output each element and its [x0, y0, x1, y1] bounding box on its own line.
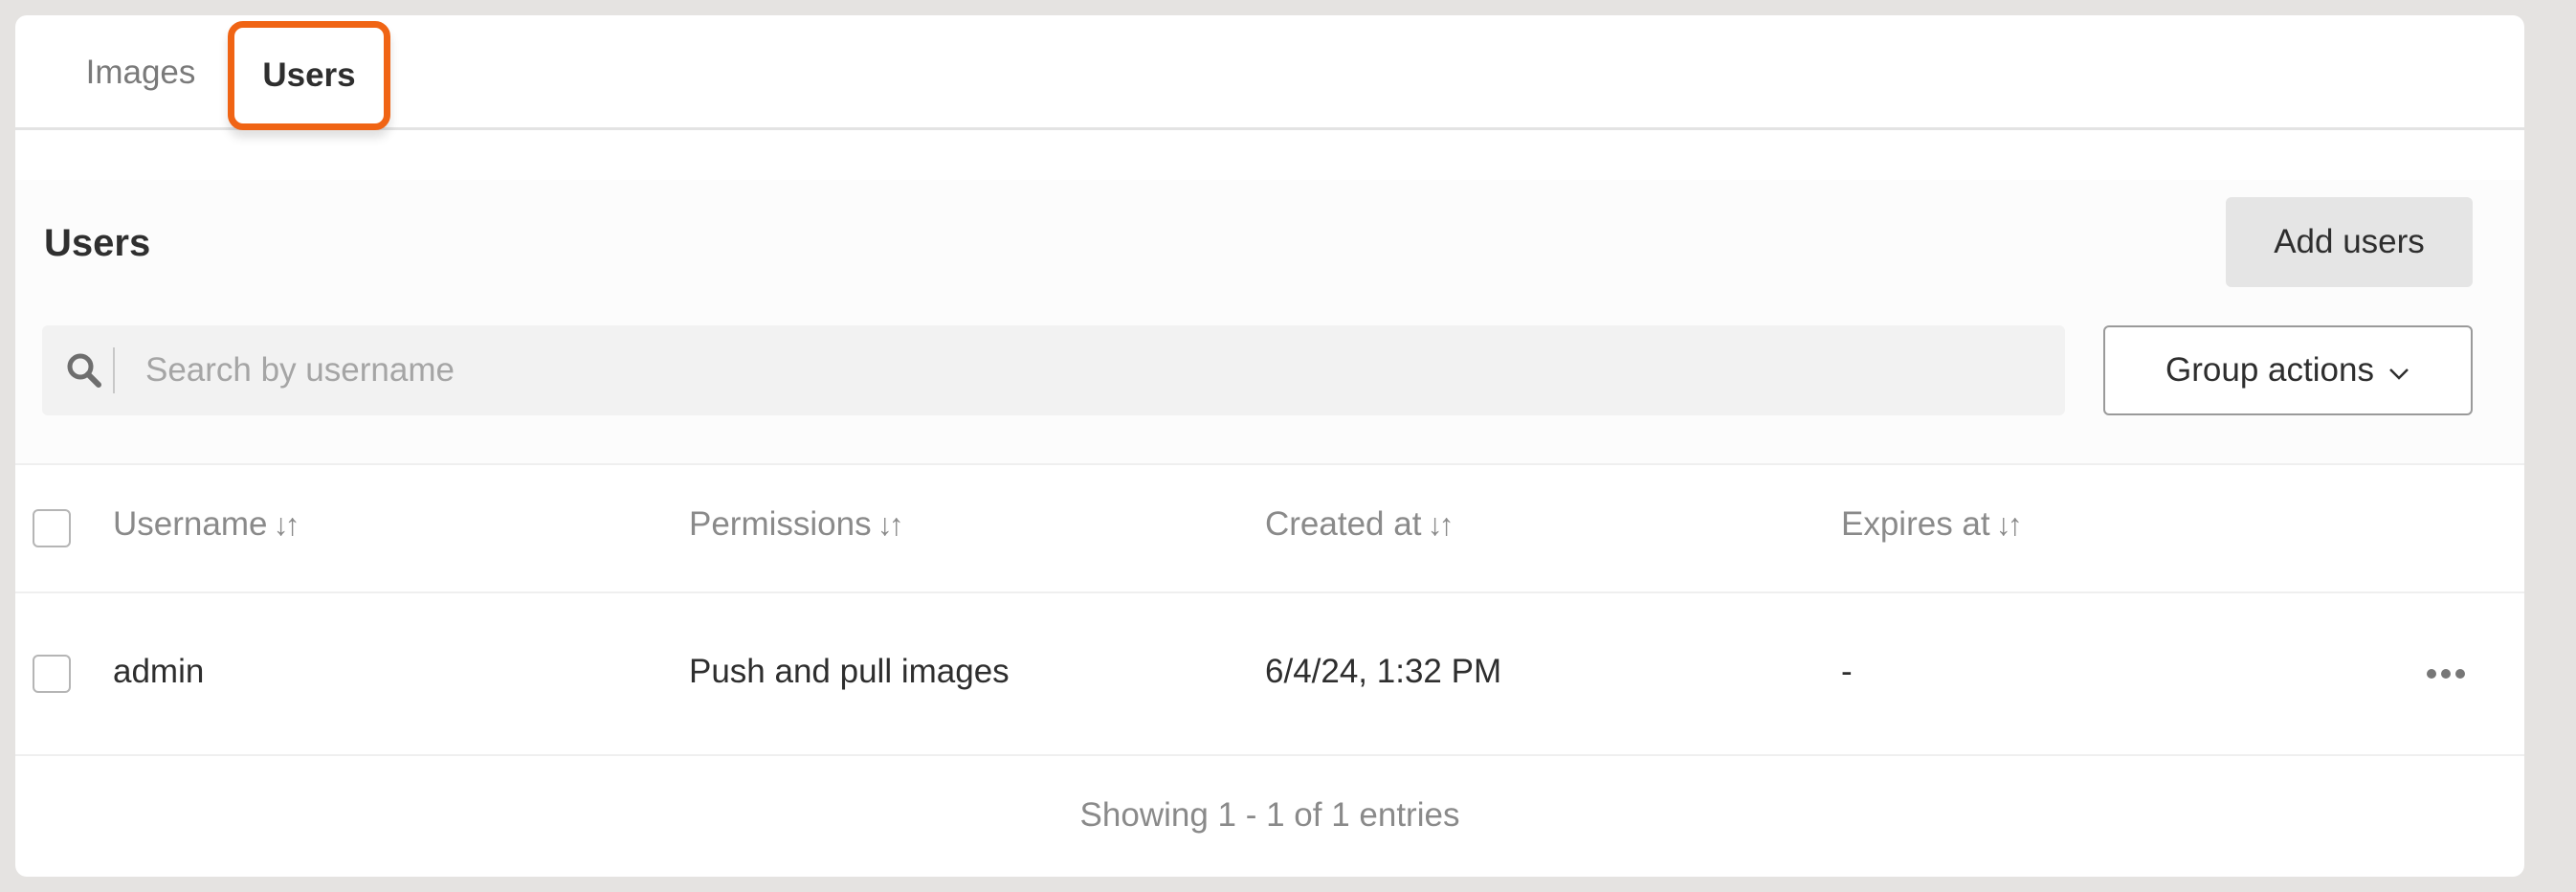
cell-permissions: Push and pull images [689, 653, 1010, 690]
page-title: Users [44, 222, 151, 264]
cell-created-at: 6/4/24, 1:32 PM [1265, 653, 1502, 690]
more-horizontal-icon[interactable] [2417, 653, 2475, 695]
search-icon [56, 325, 113, 415]
cell-expires-at: - [1841, 653, 1853, 690]
users-panel: Images Users Users Add users Group actio… [15, 15, 2524, 877]
chevron-down-icon [2387, 351, 2410, 390]
tab-images[interactable]: Images [54, 21, 228, 124]
row-checkbox[interactable] [33, 655, 71, 693]
select-all-checkbox[interactable] [33, 509, 71, 547]
users-header-area: Users Add users Group actions [15, 180, 2524, 477]
sort-icon: ↓↑ [877, 506, 904, 542]
search-divider [113, 347, 115, 393]
column-header-permissions[interactable]: Permissions ↓↑ [689, 505, 904, 544]
group-actions-label: Group actions [2165, 351, 2374, 389]
column-header-expires-at[interactable]: Expires at ↓↑ [1841, 505, 2023, 544]
search-bar [42, 325, 2065, 415]
search-input[interactable] [144, 350, 2065, 390]
add-users-button[interactable]: Add users [2226, 197, 2473, 287]
sort-icon: ↓↑ [1427, 506, 1454, 542]
tab-users[interactable]: Users [228, 21, 390, 130]
column-label: Created at [1265, 505, 1422, 543]
table-row: admin Push and pull images 6/4/24, 1:32 … [15, 593, 2524, 756]
column-header-username[interactable]: Username ↓↑ [113, 505, 300, 544]
sort-icon: ↓↑ [273, 506, 300, 542]
pagination-summary: Showing 1 - 1 of 1 entries [1079, 796, 1460, 834]
tab-users-label: Users [262, 56, 356, 94]
sort-icon: ↓↑ [1995, 506, 2023, 542]
column-label: Expires at [1841, 505, 1990, 543]
tab-bar: Images Users [15, 15, 2524, 130]
cell-username: admin [113, 653, 205, 690]
column-label: Username [113, 505, 268, 543]
table-header: Username ↓↑ Permissions ↓↑ Created at ↓↑… [15, 463, 2524, 593]
group-actions-dropdown[interactable]: Group actions [2103, 325, 2473, 415]
column-header-created-at[interactable]: Created at ↓↑ [1265, 505, 1454, 544]
tab-images-label: Images [85, 54, 196, 91]
column-label: Permissions [689, 505, 872, 543]
